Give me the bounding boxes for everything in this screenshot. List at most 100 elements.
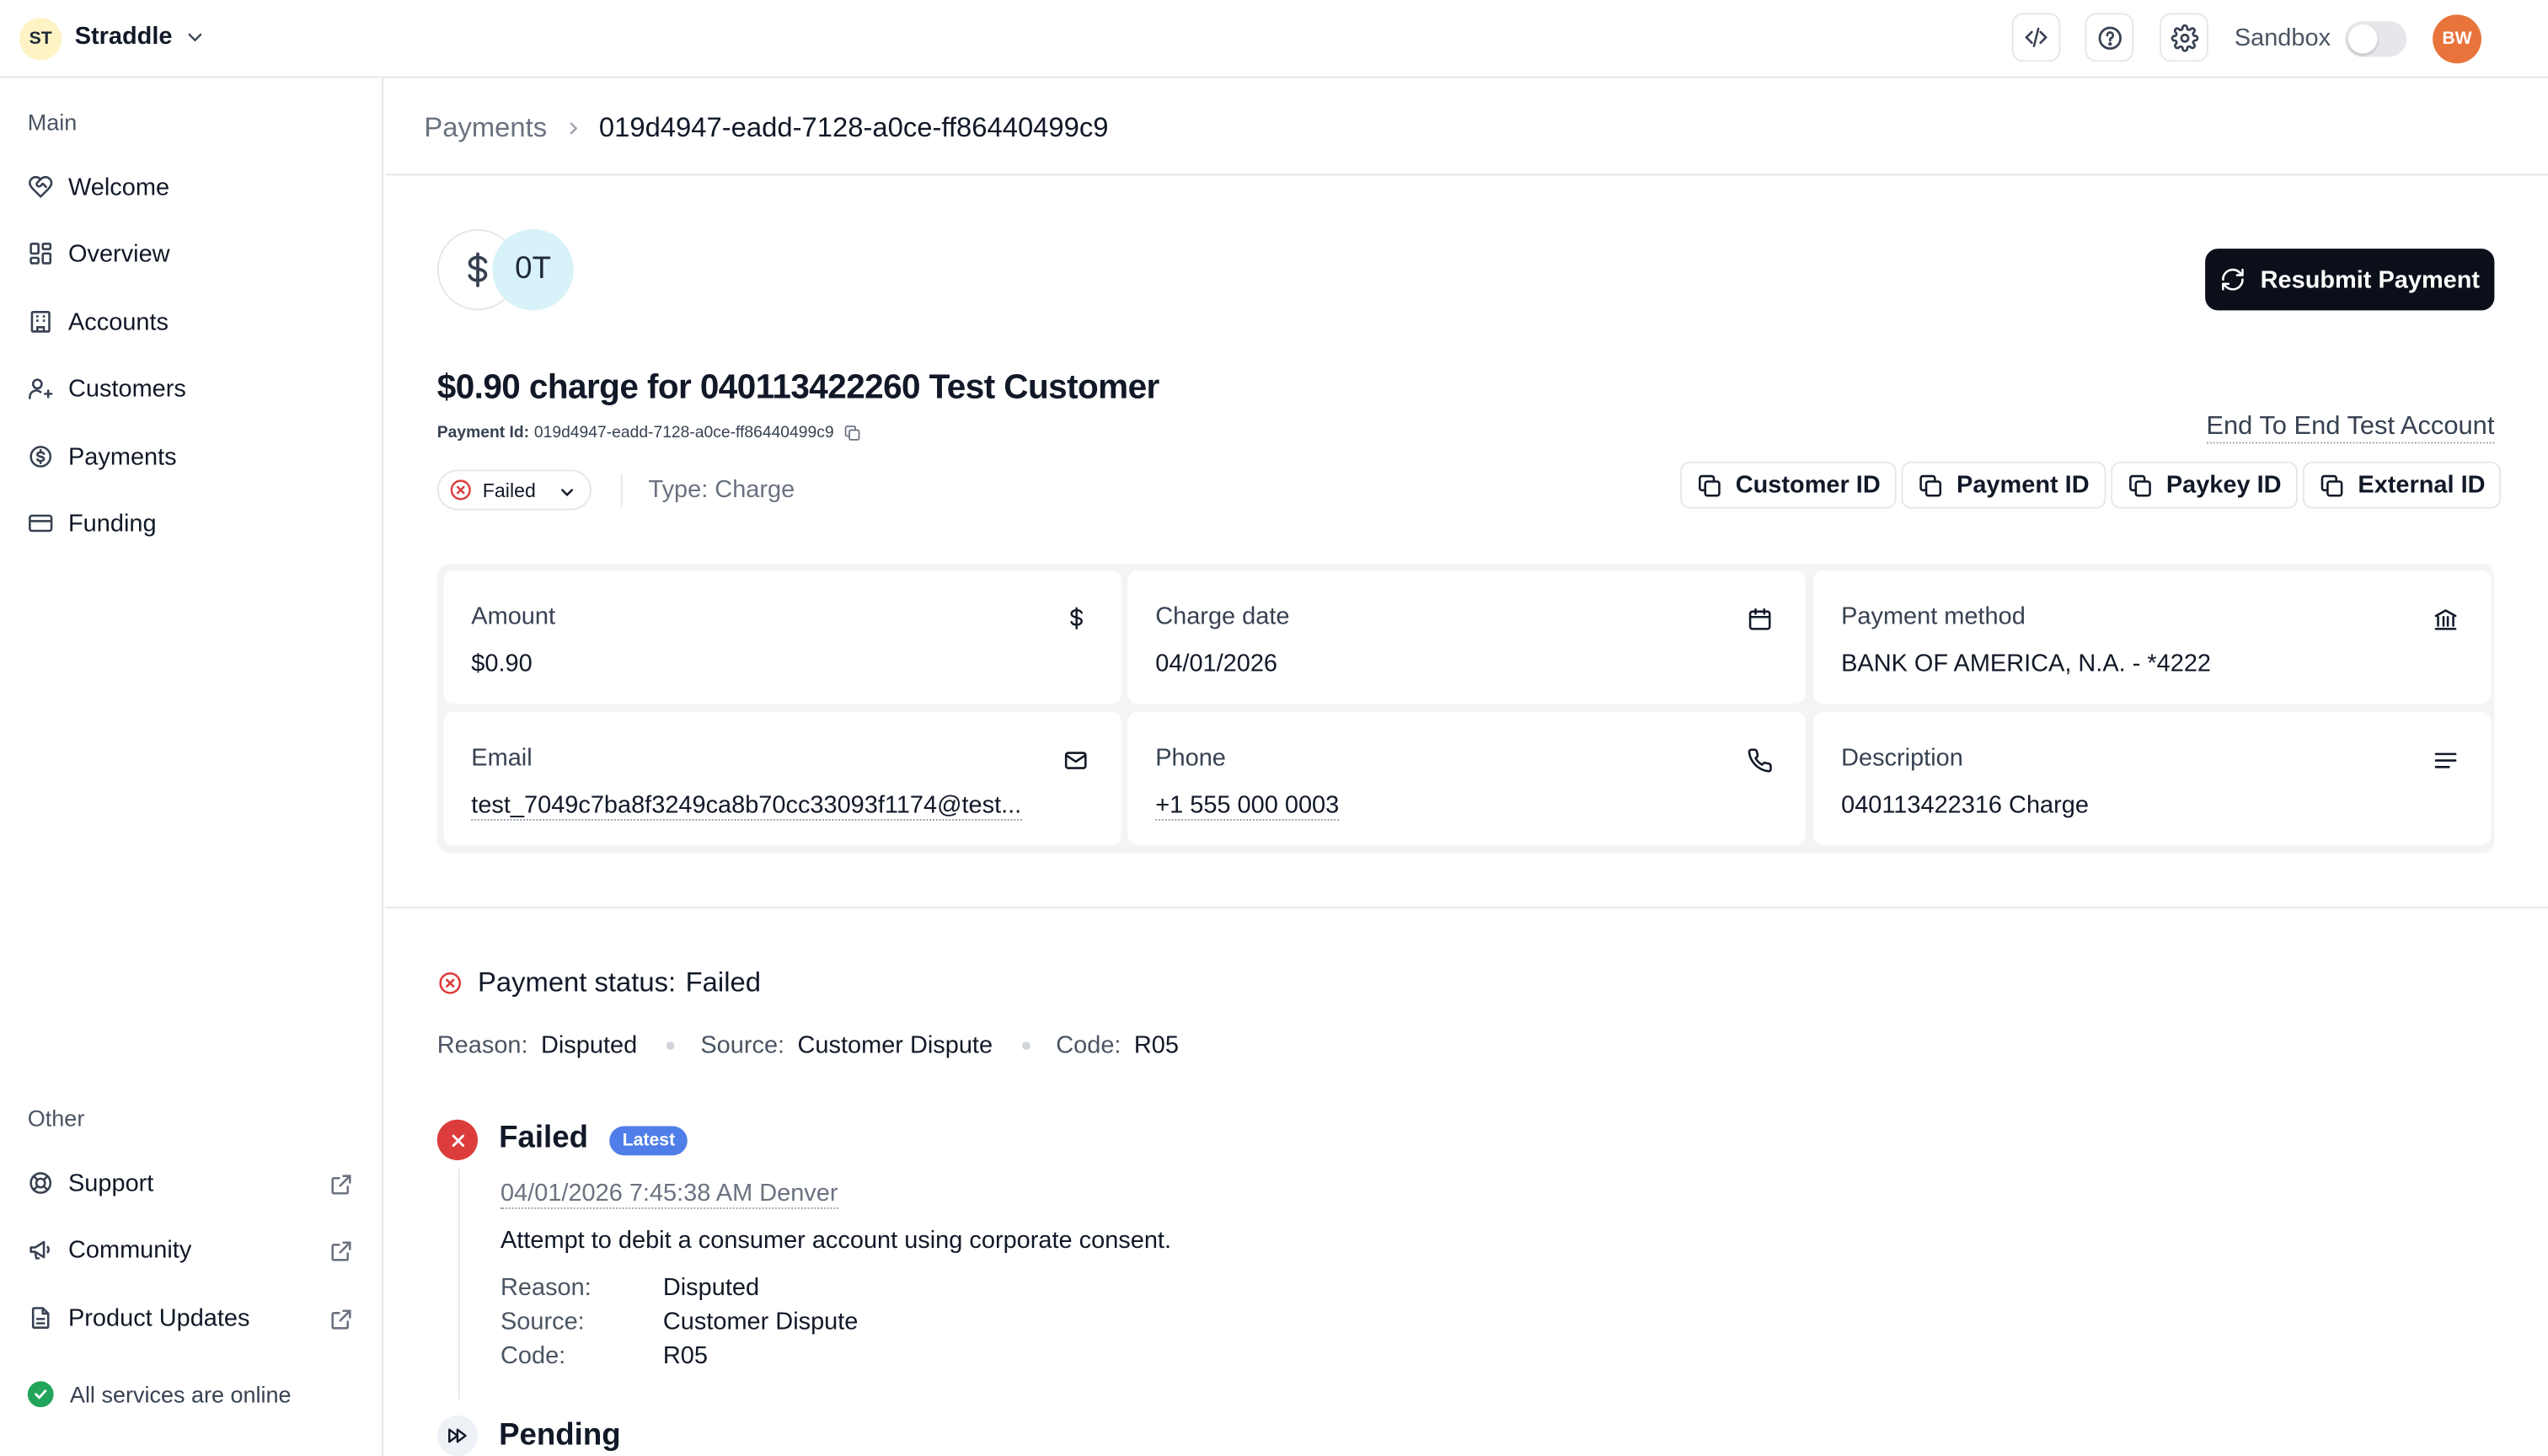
timeline-line: [458, 1168, 460, 1400]
status-dropdown[interactable]: Failed: [436, 469, 592, 511]
dollar-circle-icon: [29, 446, 52, 468]
bank-icon: [2434, 609, 2457, 630]
sidebar-item-label: Support: [68, 1169, 154, 1197]
sidebar-item-overview[interactable]: Overview: [13, 226, 370, 281]
refresh-icon: [2221, 268, 2244, 291]
sidebar-item-label: Community: [68, 1235, 192, 1264]
timeline-reason-key: Reason:: [500, 1274, 592, 1302]
timeline-event-title: Failed: [499, 1121, 588, 1156]
source-key: Source:: [700, 1031, 785, 1060]
sidebar-item-label: Payments: [68, 442, 177, 471]
page-title: $0.90 charge for 040113422260 Test Custo…: [436, 368, 1159, 407]
phone-label: Phone: [1155, 744, 1226, 773]
sidebar-item-product-updates[interactable]: Product Updates: [13, 1290, 370, 1346]
check-circle-icon: [27, 1381, 54, 1408]
toggle-knob: [2347, 24, 2378, 54]
sidebar-item-label: Accounts: [68, 308, 169, 336]
amount-label: Amount: [471, 602, 556, 631]
copy-payment-id-button[interactable]: Payment ID: [1901, 461, 2106, 509]
dashboard-icon: [29, 243, 52, 265]
sidebar-item-funding[interactable]: Funding: [13, 495, 370, 551]
main-content: Payments 019d4947-eadd-7128-a0ce-ff86440…: [385, 80, 2548, 1456]
timeline-event-title: Pending: [499, 1418, 621, 1453]
account-link[interactable]: End To End Test Account: [2206, 413, 2495, 444]
sidebar-item-customers[interactable]: Customers: [13, 361, 370, 416]
user-avatar[interactable]: BW: [2433, 14, 2481, 64]
email-value[interactable]: test_7049c7ba8f3249ca8b70cc33093f1174@te…: [471, 791, 1022, 821]
settings-icon[interactable]: [2160, 13, 2208, 62]
copy-paykey-id-button[interactable]: Paykey ID: [2111, 461, 2298, 509]
copy-icon[interactable]: [843, 424, 861, 442]
help-icon[interactable]: [2085, 13, 2134, 62]
workspace-name[interactable]: Straddle: [75, 23, 173, 51]
calendar-icon: [1748, 608, 1771, 630]
copy-button-label: Paykey ID: [2165, 471, 2282, 500]
sandbox-label: Sandbox: [2234, 24, 2331, 52]
payment-method-value: BANK OF AMERICA, N.A. - *4222: [1841, 650, 2212, 678]
description-label: Description: [1841, 744, 1963, 773]
sidebar-item-label: Overview: [68, 239, 170, 268]
copy-external-id-button[interactable]: External ID: [2302, 461, 2502, 509]
document-icon: [31, 1307, 50, 1329]
failed-x-icon: [436, 1119, 479, 1161]
breadcrumb: Payments 019d4947-eadd-7128-a0ce-ff86440…: [424, 112, 1108, 145]
copy-icon: [2320, 474, 2343, 496]
phone-card: Phone +1 555 000 0003: [1127, 711, 1806, 845]
top-bar: ST Straddle Sandbox BW: [0, 0, 2548, 78]
sidebar-section-main: Main: [27, 109, 78, 136]
service-status[interactable]: All services are online: [27, 1381, 292, 1408]
amount-value: $0.90: [471, 650, 533, 678]
timeline-description: Attempt to debit a consumer account usin…: [500, 1227, 1172, 1255]
copy-icon: [2129, 474, 2151, 496]
building-icon: [30, 311, 51, 333]
timeline-source-key: Source:: [500, 1308, 585, 1336]
phone-value[interactable]: +1 555 000 0003: [1155, 791, 1340, 821]
external-link-icon: [331, 1175, 351, 1195]
payment-method-card: Payment method BANK OF AMERICA, N.A. - *…: [1813, 570, 2492, 704]
email-card: Email test_7049c7ba8f3249ca8b70cc33093f1…: [443, 711, 1121, 845]
payment-status-details: Reason: Disputed Source: Customer Disput…: [437, 1032, 1179, 1060]
service-status-text: All services are online: [69, 1381, 292, 1408]
sidebar-item-payments[interactable]: Payments: [13, 429, 370, 484]
latest-badge: Latest: [609, 1126, 688, 1156]
header-divider: [385, 174, 2548, 176]
sidebar-item-label: Customers: [68, 374, 186, 403]
chevron-down-icon: [561, 489, 574, 496]
lifebuoy-icon: [29, 1172, 52, 1194]
sidebar-item-support[interactable]: Support: [13, 1155, 370, 1211]
payment-id-row: Payment Id: 019d4947-eadd-7128-a0ce-ff86…: [437, 424, 862, 442]
sidebar-item-community[interactable]: Community: [13, 1222, 370, 1277]
source-value: Customer Dispute: [797, 1031, 993, 1060]
phone-icon: [1748, 748, 1772, 773]
workspace-badge[interactable]: ST: [19, 18, 62, 61]
card-icon: [29, 514, 53, 533]
sidebar-section-other: Other: [27, 1105, 85, 1132]
heart-handshake-icon: [29, 175, 53, 198]
payment-status-value: Failed: [685, 966, 761, 998]
timeline-code-key: Code:: [500, 1342, 566, 1370]
details-grid: Amount $0.90 Charge date 04/01/2026 Paym…: [436, 564, 2495, 854]
chevron-down-icon[interactable]: [184, 26, 206, 49]
timeline-timestamp[interactable]: 04/01/2026 7:45:38 AM Denver: [500, 1180, 838, 1209]
breadcrumb-payments-link[interactable]: Payments: [424, 112, 547, 145]
sidebar-item-label: Product Updates: [68, 1303, 250, 1332]
x-circle-icon: [439, 972, 462, 994]
copy-button-label: External ID: [2358, 471, 2486, 500]
amount-card: Amount $0.90: [443, 570, 1121, 704]
fast-forward-icon: [436, 1415, 479, 1456]
sidebar-item-welcome[interactable]: Welcome: [13, 159, 370, 215]
copy-button-label: Payment ID: [1956, 471, 2090, 500]
reason-key: Reason:: [436, 1031, 528, 1060]
code-icon[interactable]: [2011, 13, 2061, 62]
sandbox-toggle[interactable]: [2344, 21, 2407, 57]
description-value: 040113422316 Charge: [1841, 791, 2089, 820]
external-link-icon: [331, 1241, 351, 1261]
chevron-right-icon: [563, 119, 582, 138]
mail-icon: [1064, 752, 1087, 769]
section-divider: [385, 907, 2548, 909]
timeline-reason-value: Disputed: [662, 1274, 760, 1302]
email-label: Email: [471, 744, 533, 773]
copy-customer-id-button[interactable]: Customer ID: [1680, 461, 1898, 509]
resubmit-payment-button[interactable]: Resubmit Payment: [2205, 249, 2495, 311]
sidebar-item-accounts[interactable]: Accounts: [13, 294, 370, 350]
